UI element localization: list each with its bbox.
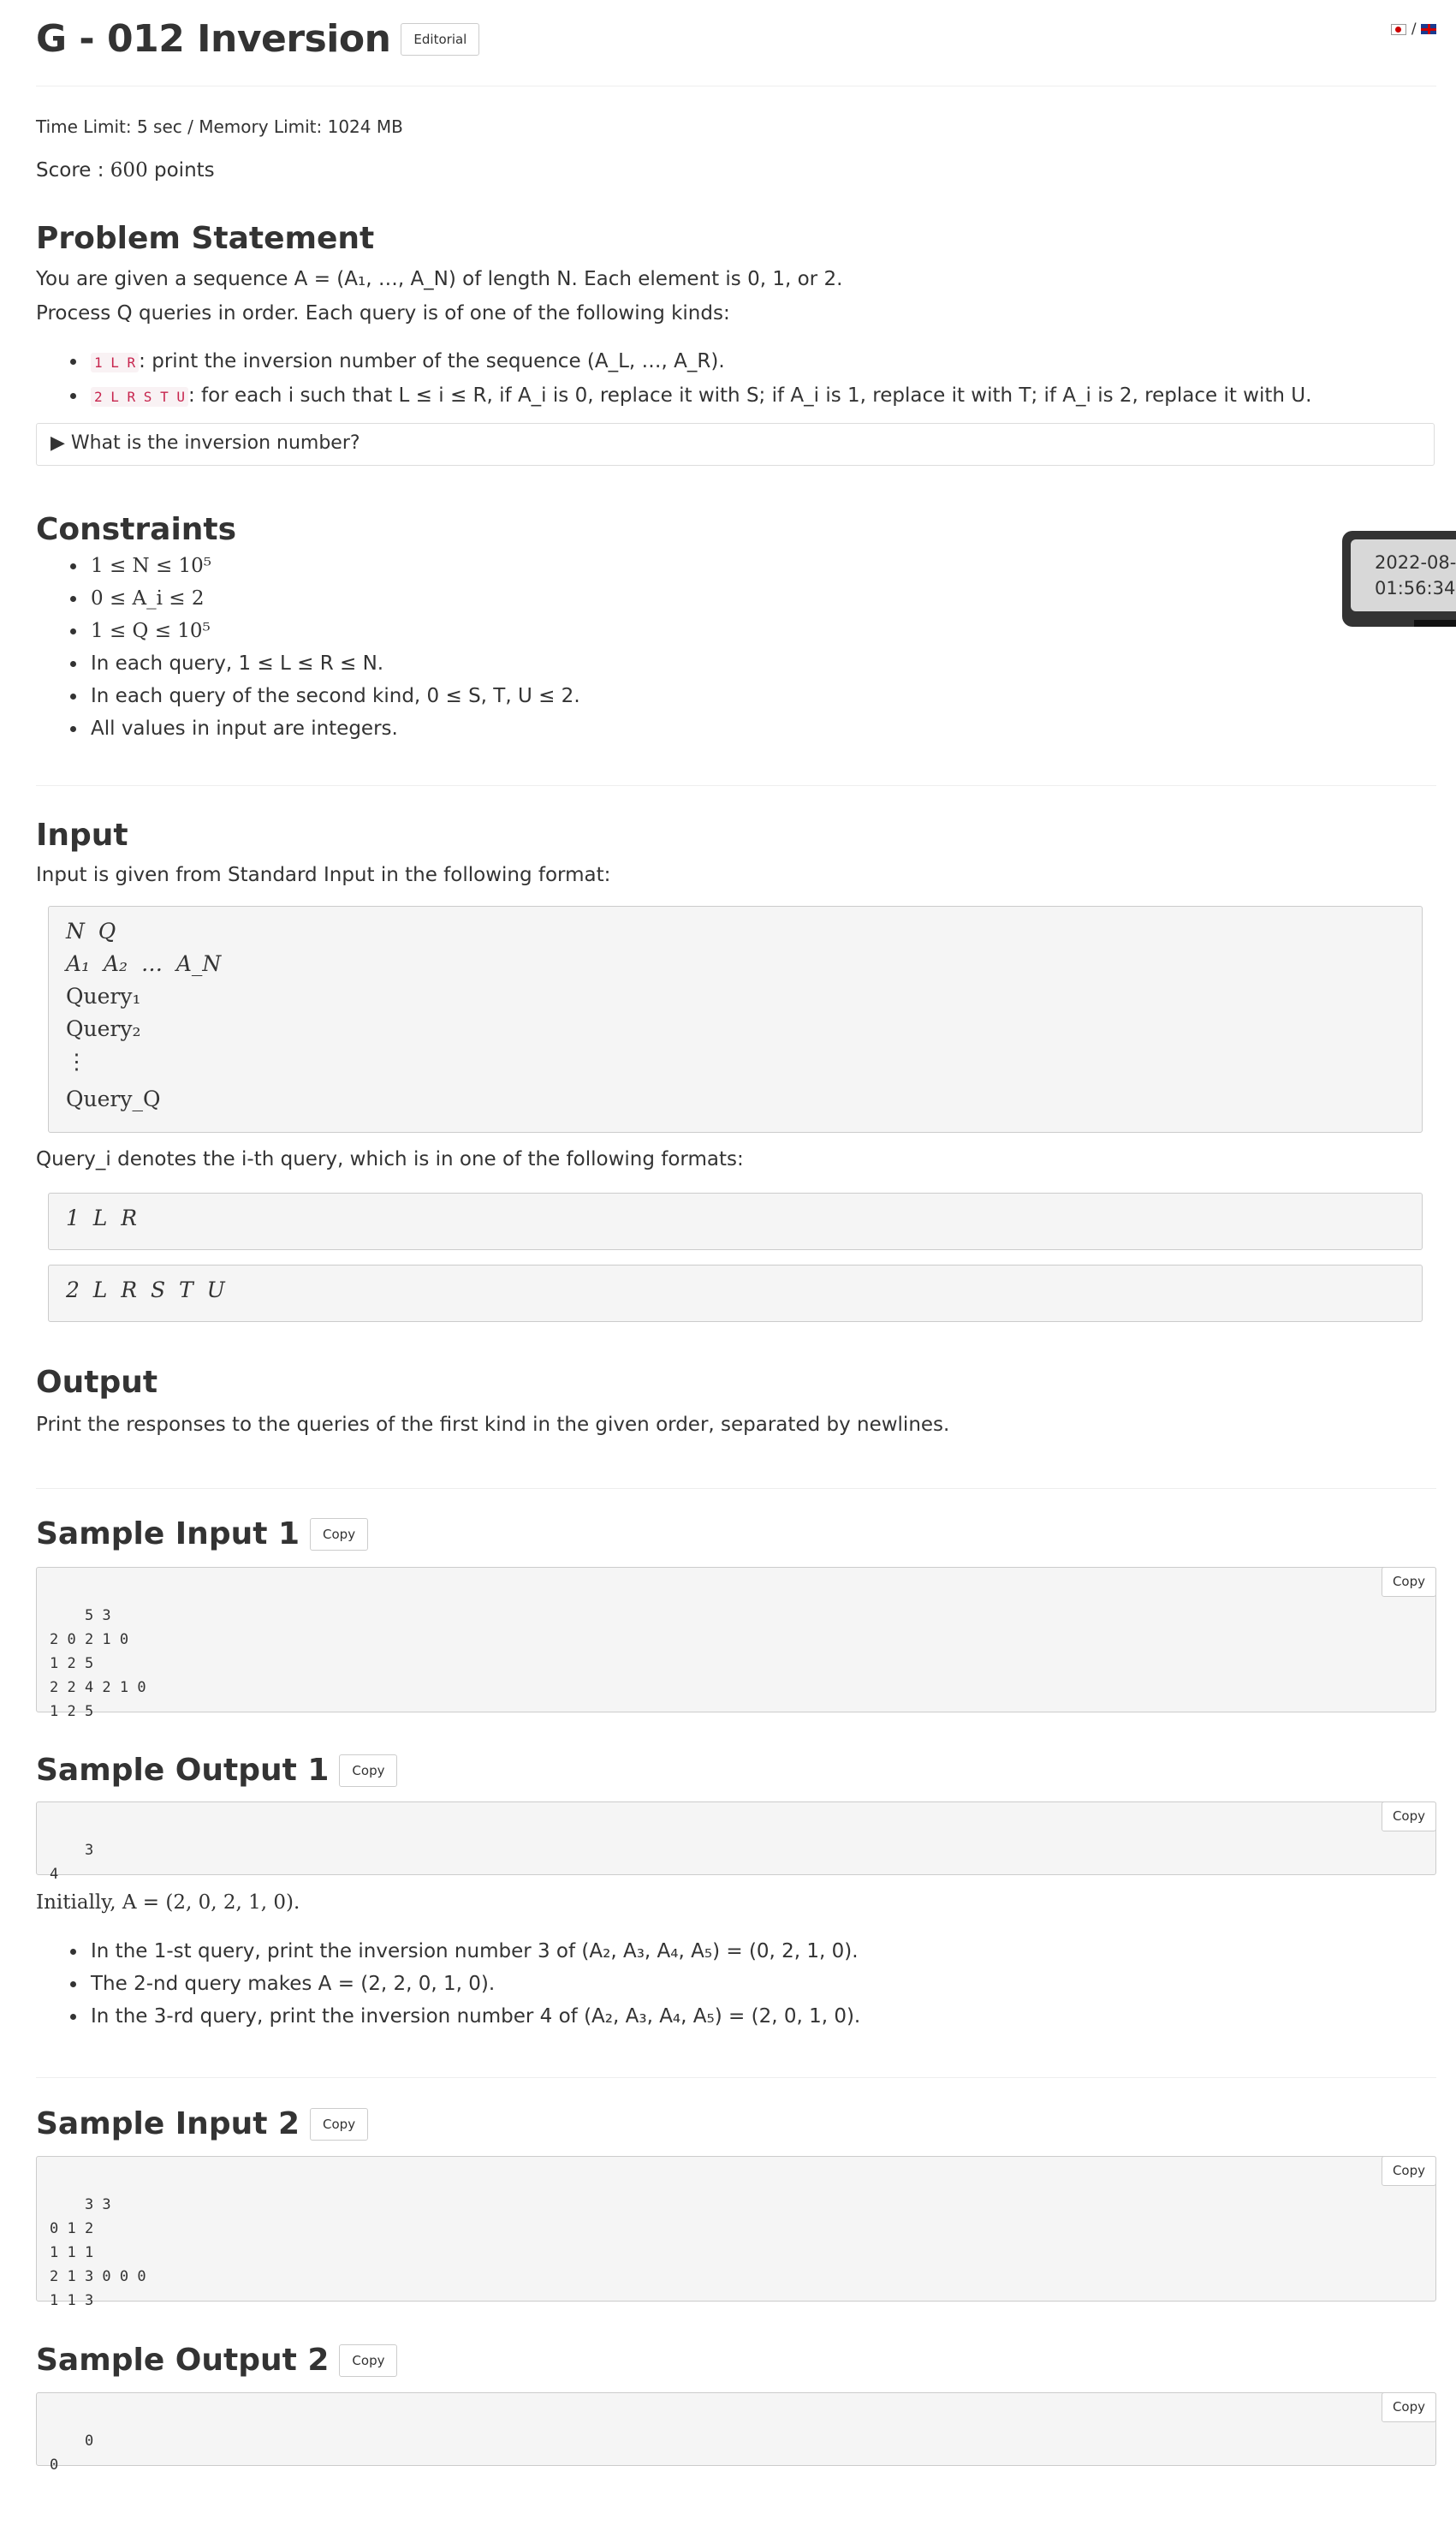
sample-output-1-header: Sample Output 1 Copy bbox=[36, 1753, 398, 1788]
format-line: Query₁ bbox=[66, 984, 141, 1009]
query-format-box-1: 1 L R bbox=[48, 1193, 1423, 1250]
sample-input-2-header: Sample Input 2 Copy bbox=[36, 2106, 369, 2141]
sample-text: 3 4 bbox=[50, 1842, 94, 1883]
timer-screen: 2022-08-2 01:56:34 - bbox=[1351, 539, 1456, 611]
list-item: All values in input are integers. bbox=[87, 712, 580, 745]
explanation-initially: Initially, A = (2, 0, 2, 1, 0). bbox=[36, 1891, 300, 1914]
query-format-box-2: 2 L R S T U bbox=[48, 1265, 1423, 1322]
limits-text: Time Limit: 5 sec / Memory Limit: 1024 M… bbox=[36, 116, 403, 137]
output-heading: Output bbox=[36, 1365, 158, 1400]
format-line: 1 L R bbox=[66, 1206, 138, 1230]
format-line: ⋮ bbox=[66, 1049, 87, 1074]
sample-heading: Sample Input 2 bbox=[36, 2106, 300, 2141]
problem-statement-heading: Problem Statement bbox=[36, 221, 375, 256]
list-item: The 2-nd query makes A = (2, 2, 0, 1, 0)… bbox=[87, 1968, 860, 2000]
copy-button[interactable]: Copy bbox=[339, 2343, 398, 2377]
divider bbox=[36, 785, 1436, 786]
input-heading: Input bbox=[36, 818, 128, 853]
sample-output-1-block: 3 4 Copy bbox=[36, 1801, 1436, 1883]
query-1-text: : print the inversion number of the sequ… bbox=[139, 350, 725, 372]
list-item: 1 ≤ Q ≤ 10⁵ bbox=[87, 615, 580, 647]
divider bbox=[36, 2077, 1436, 2078]
sample-input-2-block: 3 3 0 1 2 1 1 1 2 1 3 0 0 0 1 1 3 Copy bbox=[36, 2156, 1436, 2309]
output-text: Print the responses to the queries of th… bbox=[36, 1414, 950, 1436]
details-summary: What is the inversion number? bbox=[70, 432, 360, 454]
language-switch: / bbox=[1391, 21, 1436, 38]
sample-heading: Sample Input 1 bbox=[36, 1516, 300, 1551]
sample-heading: Sample Output 2 bbox=[36, 2343, 330, 2378]
problem-paragraph-1: You are given a sequence A = (A₁, …, A_N… bbox=[36, 268, 843, 290]
sample-input-1-header: Sample Input 1 Copy bbox=[36, 1516, 369, 1551]
list-item: 1 L R: print the inversion number of the… bbox=[87, 345, 1311, 379]
score-suffix: points bbox=[147, 159, 215, 182]
explanation-list: In the 1-st query, print the inversion n… bbox=[51, 1935, 860, 2033]
score-text: Score : 600 points bbox=[36, 159, 215, 182]
query-format-description: Query_i denotes the i-th query, which is… bbox=[36, 1148, 744, 1170]
format-line: 2 L R S T U bbox=[66, 1277, 225, 1302]
score-value: 600 bbox=[110, 159, 148, 182]
page-title: G - 012 Inversion bbox=[36, 17, 391, 61]
list-item: In each query, 1 ≤ L ≤ R ≤ N. bbox=[87, 647, 580, 680]
title-row: G - 012 Inversion Editorial bbox=[36, 17, 480, 61]
format-line: Query₂ bbox=[66, 1016, 141, 1041]
query-1-code: 1 L R bbox=[91, 353, 140, 372]
list-item: 2 L R S T U: for each i such that L ≤ i … bbox=[87, 379, 1311, 414]
copy-button[interactable]: Copy bbox=[1381, 2392, 1436, 2422]
sample-text: 0 0 bbox=[50, 2433, 94, 2474]
inversion-details-toggle[interactable]: ▶ What is the inversion number? bbox=[36, 423, 1435, 466]
query-2-code: 2 L R S T U bbox=[91, 387, 188, 407]
disclosure-triangle-icon: ▶ bbox=[51, 432, 71, 454]
problem-paragraph-2: Process Q queries in order. Each query i… bbox=[36, 302, 730, 325]
query-2-text: : for each i such that L ≤ i ≤ R, if A_i… bbox=[187, 384, 1312, 407]
sample-input-1-block: 5 3 2 0 2 1 0 1 2 5 2 2 4 2 1 0 1 2 5 Co… bbox=[36, 1567, 1436, 1720]
constraints-heading: Constraints bbox=[36, 512, 237, 547]
contest-timer-widget[interactable]: 2022-08-2 01:56:34 - bbox=[1342, 531, 1456, 627]
sample-text: 5 3 2 0 2 1 0 1 2 5 2 2 4 2 1 0 1 2 5 bbox=[50, 1607, 146, 1720]
sample-heading: Sample Output 1 bbox=[36, 1753, 330, 1788]
copy-button[interactable]: Copy bbox=[1381, 1801, 1436, 1831]
japan-flag-icon[interactable] bbox=[1391, 23, 1407, 35]
copy-button[interactable]: Copy bbox=[339, 1754, 398, 1787]
timer-time: 01:56:34 - bbox=[1375, 578, 1456, 598]
sample-output-2-block: 0 0 Copy bbox=[36, 2392, 1436, 2474]
list-item: In the 1-st query, print the inversion n… bbox=[87, 1935, 860, 1968]
divider bbox=[36, 1488, 1436, 1489]
language-separator: / bbox=[1411, 21, 1417, 38]
uk-flag-icon[interactable] bbox=[1421, 24, 1436, 34]
copy-button[interactable]: Copy bbox=[1381, 1567, 1436, 1597]
constraints-list: 1 ≤ N ≤ 10⁵ 0 ≤ A_i ≤ 2 1 ≤ Q ≤ 10⁵ In e… bbox=[51, 550, 580, 745]
timer-bar bbox=[1414, 620, 1456, 627]
list-item: In each query of the second kind, 0 ≤ S,… bbox=[87, 680, 580, 712]
input-intro: Input is given from Standard Input in th… bbox=[36, 864, 611, 886]
copy-button[interactable]: Copy bbox=[310, 1517, 369, 1551]
format-line: A₁ A₂ … A_N bbox=[66, 951, 222, 976]
format-line: N Q bbox=[66, 919, 116, 944]
copy-button[interactable]: Copy bbox=[310, 2107, 369, 2141]
sample-output-2-header: Sample Output 2 Copy bbox=[36, 2343, 398, 2378]
copy-button[interactable]: Copy bbox=[1381, 2156, 1436, 2186]
editorial-button[interactable]: Editorial bbox=[401, 22, 480, 56]
query-kinds-list: 1 L R: print the inversion number of the… bbox=[51, 345, 1311, 414]
format-line: Query_Q bbox=[66, 1087, 161, 1111]
timer-date: 2022-08-2 bbox=[1375, 552, 1456, 573]
score-prefix: Score : bbox=[36, 159, 110, 182]
list-item: 1 ≤ N ≤ 10⁵ bbox=[87, 550, 580, 582]
input-format-box: N Q A₁ A₂ … A_N Query₁ Query₂ ⋮ Query_Q bbox=[48, 906, 1423, 1133]
sample-text: 3 3 0 1 2 1 1 1 2 1 3 0 0 0 1 1 3 bbox=[50, 2196, 146, 2309]
list-item: 0 ≤ A_i ≤ 2 bbox=[87, 582, 580, 615]
list-item: In the 3-rd query, print the inversion n… bbox=[87, 2000, 860, 2033]
